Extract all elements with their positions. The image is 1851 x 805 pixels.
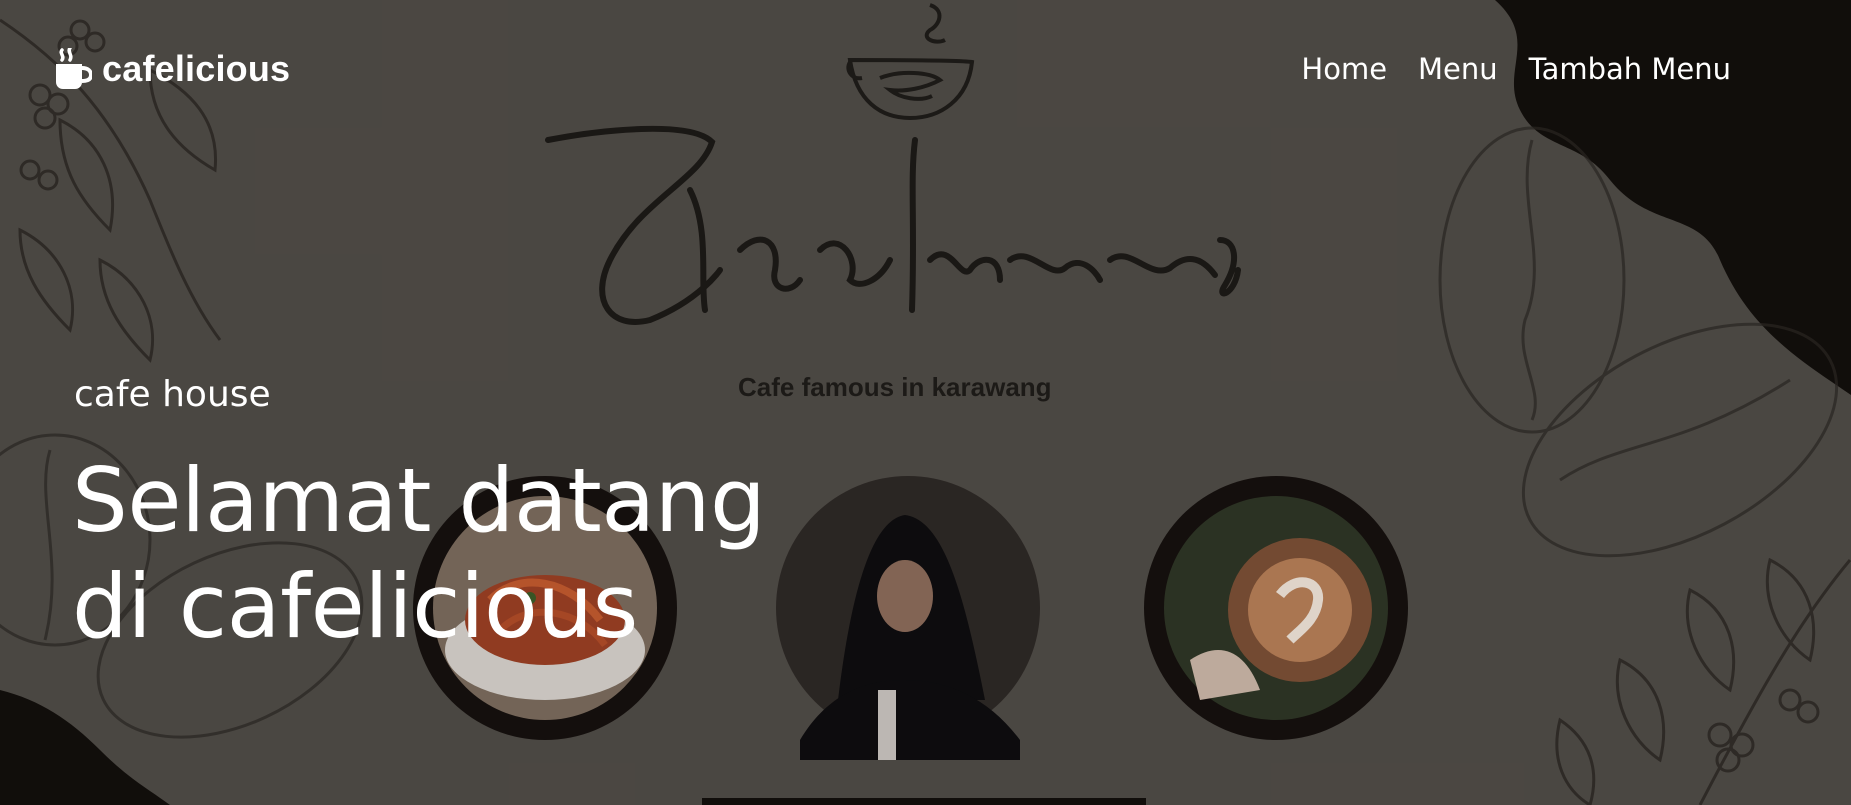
dark-bar [702,798,1146,805]
photo-circle-latte [1144,476,1408,740]
banner-caption: Cafe famous in karawang [738,372,1052,402]
hero-title-line-2: di cafelicious [72,555,638,658]
brand-logo-link[interactable]: cafelicious [52,48,290,90]
nav-tambah-menu-link[interactable]: Tambah Menu [1529,52,1731,86]
brand-name: cafelicious [102,48,291,89]
hero-tagline: cafe house [74,374,271,415]
hero-title: Selamat datang di cafelicious [72,448,766,660]
coffee-cup-icon [56,48,92,89]
nav-menu-link[interactable]: Menu [1418,52,1498,86]
top-navbar: cafelicious Home Menu Tambah Menu [0,0,1851,142]
nav-home-link[interactable]: Home [1301,52,1387,86]
hero-title-line-1: Selamat datang [72,449,766,552]
nav-links: Home Menu Tambah Menu [1301,52,1731,86]
